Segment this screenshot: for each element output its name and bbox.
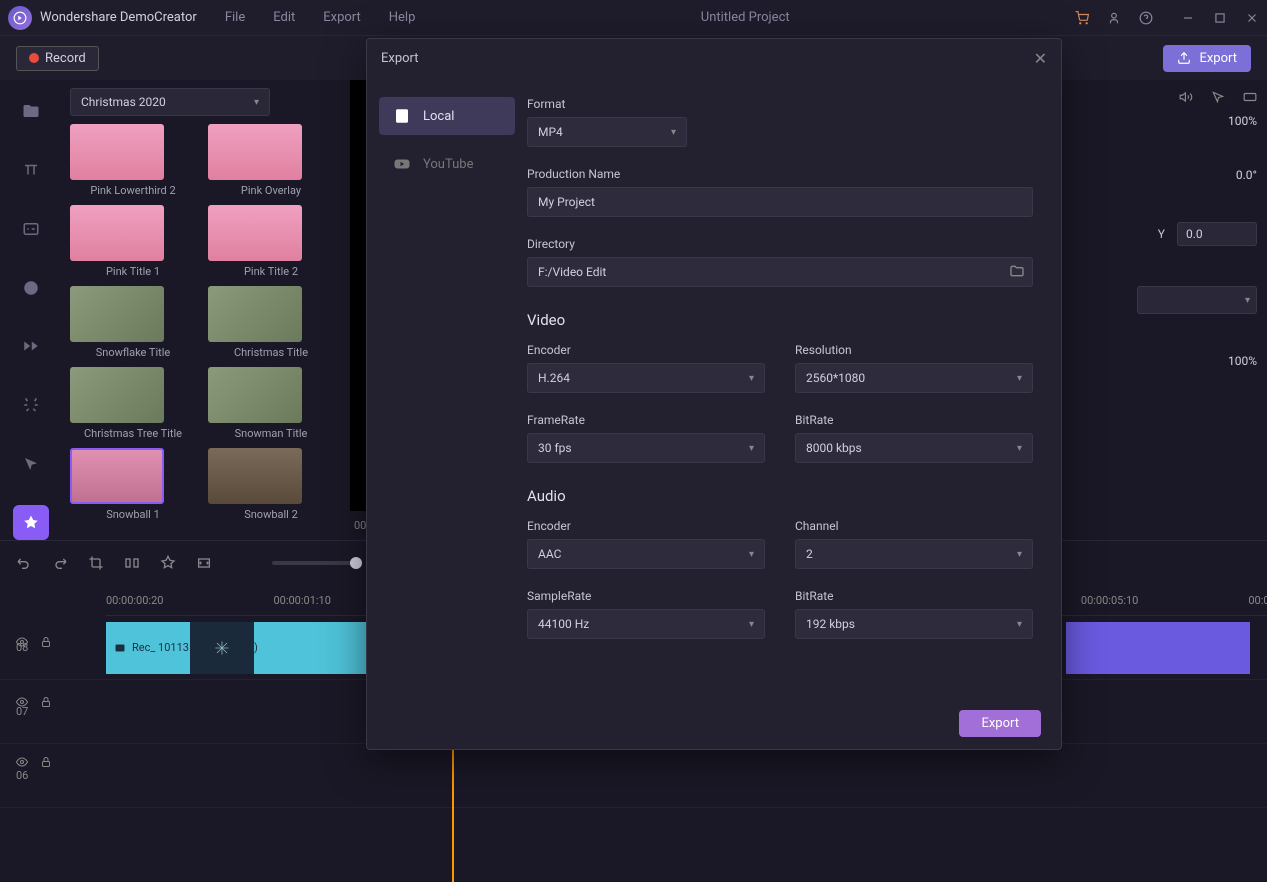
lib-item[interactable]: Snowball 1 bbox=[70, 448, 196, 521]
audio-encoder-select[interactable]: AAC▾ bbox=[527, 539, 765, 569]
speaker-icon[interactable] bbox=[1179, 90, 1193, 104]
export-confirm-button[interactable]: Export bbox=[959, 710, 1041, 737]
production-name-input[interactable] bbox=[527, 187, 1033, 217]
lib-item[interactable]: Pink Title 1 bbox=[70, 205, 196, 278]
lock-icon[interactable] bbox=[40, 636, 52, 648]
sidebar-caption[interactable] bbox=[13, 212, 49, 247]
lib-item[interactable]: Pink Title 2 bbox=[208, 205, 334, 278]
app-logo bbox=[8, 6, 32, 30]
y-input[interactable] bbox=[1177, 222, 1257, 246]
sidebar-effects[interactable] bbox=[13, 388, 49, 423]
keyboard-icon[interactable] bbox=[1243, 90, 1257, 104]
sidebar-folder[interactable] bbox=[13, 94, 49, 129]
y-label: Y bbox=[1158, 227, 1165, 241]
record-button[interactable]: Record bbox=[16, 46, 99, 71]
upload-icon bbox=[1177, 51, 1191, 65]
chevron-down-icon: ▾ bbox=[254, 97, 259, 108]
export-top-label: Export bbox=[1199, 51, 1237, 66]
menu-export[interactable]: Export bbox=[323, 10, 361, 25]
modal-close-icon[interactable]: ✕ bbox=[1034, 49, 1047, 68]
fit-icon[interactable] bbox=[196, 555, 212, 571]
sidebar-transition[interactable] bbox=[13, 329, 49, 364]
lib-item[interactable]: Pink Lowerthird 2 bbox=[70, 124, 196, 197]
maximize-icon[interactable] bbox=[1213, 11, 1227, 25]
samplerate-select[interactable]: 44100 Hz▾ bbox=[527, 609, 765, 639]
sidebar-templates[interactable] bbox=[13, 505, 49, 540]
export-button-top[interactable]: Export bbox=[1163, 45, 1251, 72]
track-number: 06 bbox=[16, 769, 28, 782]
directory-input[interactable] bbox=[527, 257, 1033, 287]
record-dot-icon bbox=[29, 53, 39, 63]
resolution-select[interactable]: 2560*1080▾ bbox=[795, 363, 1033, 393]
export-modal: Export ✕ Local YouTube Format MP4▾ bbox=[366, 38, 1062, 750]
undo-icon[interactable] bbox=[16, 555, 32, 571]
production-name-label: Production Name bbox=[527, 167, 1033, 181]
close-icon[interactable] bbox=[1245, 11, 1259, 25]
audio-section-title: Audio bbox=[527, 487, 1033, 505]
split-icon[interactable] bbox=[124, 555, 140, 571]
timeline-clip-purple[interactable] bbox=[1066, 622, 1250, 674]
library-pack-label: Christmas 2020 bbox=[81, 95, 166, 109]
rotation-value: 0.0° bbox=[1236, 168, 1257, 182]
marker-icon[interactable] bbox=[160, 555, 176, 571]
export-tab-local-label: Local bbox=[423, 109, 454, 124]
eye-icon[interactable] bbox=[16, 636, 28, 648]
main-menu: File Edit Export Help bbox=[225, 10, 416, 25]
cursor-icon[interactable] bbox=[1211, 90, 1225, 104]
lib-item[interactable]: Pink Overlay bbox=[208, 124, 334, 197]
export-tab-youtube-label: YouTube bbox=[423, 157, 474, 172]
menu-help[interactable]: Help bbox=[389, 10, 416, 25]
format-label: Format bbox=[527, 97, 1033, 111]
eye-icon[interactable] bbox=[16, 696, 28, 708]
modal-title: Export bbox=[381, 51, 419, 66]
lock-icon[interactable] bbox=[40, 696, 52, 708]
video-bitrate-select[interactable]: 8000 kbps▾ bbox=[795, 433, 1033, 463]
app-name: Wondershare DemoCreator bbox=[40, 10, 197, 25]
library-panel: Christmas 2020 ▾ Pink Lowerthird 2 Pink … bbox=[62, 80, 342, 540]
crop-icon[interactable] bbox=[88, 555, 104, 571]
audio-bitrate-select[interactable]: 192 kbps▾ bbox=[795, 609, 1033, 639]
folder-icon[interactable] bbox=[1009, 263, 1025, 279]
sidebar bbox=[0, 80, 62, 540]
scale-value: 100% bbox=[1228, 114, 1257, 128]
directory-label: Directory bbox=[527, 237, 1033, 251]
minimize-icon[interactable] bbox=[1181, 11, 1195, 25]
prop-select[interactable]: ▾ bbox=[1137, 286, 1257, 314]
user-icon[interactable] bbox=[1107, 11, 1121, 25]
format-select[interactable]: MP4▾ bbox=[527, 117, 687, 147]
menu-edit[interactable]: Edit bbox=[273, 10, 295, 25]
cart-icon[interactable] bbox=[1075, 11, 1089, 25]
sidebar-sticker[interactable] bbox=[13, 270, 49, 305]
sidebar-text[interactable] bbox=[13, 153, 49, 188]
local-icon bbox=[393, 107, 411, 125]
lock-icon[interactable] bbox=[40, 756, 52, 768]
export-tab-local[interactable]: Local bbox=[379, 97, 515, 135]
lib-item[interactable]: Christmas Title bbox=[208, 286, 334, 359]
youtube-icon bbox=[393, 155, 411, 173]
project-title: Untitled Project bbox=[415, 10, 1075, 25]
record-label: Record bbox=[45, 51, 86, 66]
lib-item[interactable]: Snowman Title bbox=[208, 367, 334, 440]
track-row[interactable]: 06 bbox=[0, 744, 1267, 808]
lib-item[interactable]: Snowflake Title bbox=[70, 286, 196, 359]
framerate-select[interactable]: 30 fps▾ bbox=[527, 433, 765, 463]
export-tab-youtube[interactable]: YouTube bbox=[379, 145, 515, 183]
video-section-title: Video bbox=[527, 311, 1033, 329]
eye-icon[interactable] bbox=[16, 756, 28, 768]
opacity-value: 100% bbox=[1228, 354, 1257, 368]
video-encoder-select[interactable]: H.264▾ bbox=[527, 363, 765, 393]
help-icon[interactable] bbox=[1139, 11, 1153, 25]
menu-file[interactable]: File bbox=[225, 10, 245, 25]
titlebar: Wondershare DemoCreator File Edit Export… bbox=[0, 0, 1267, 36]
library-pack-select[interactable]: Christmas 2020 ▾ bbox=[70, 88, 270, 116]
redo-icon[interactable] bbox=[52, 555, 68, 571]
video-icon bbox=[114, 642, 126, 654]
zoom-slider[interactable] bbox=[272, 561, 362, 565]
sidebar-cursor[interactable] bbox=[13, 447, 49, 482]
clip-effect[interactable] bbox=[190, 622, 254, 674]
lib-item[interactable]: Christmas Tree Title bbox=[70, 367, 196, 440]
lib-item[interactable]: Snowball 2 bbox=[208, 448, 334, 521]
channel-select[interactable]: 2▾ bbox=[795, 539, 1033, 569]
